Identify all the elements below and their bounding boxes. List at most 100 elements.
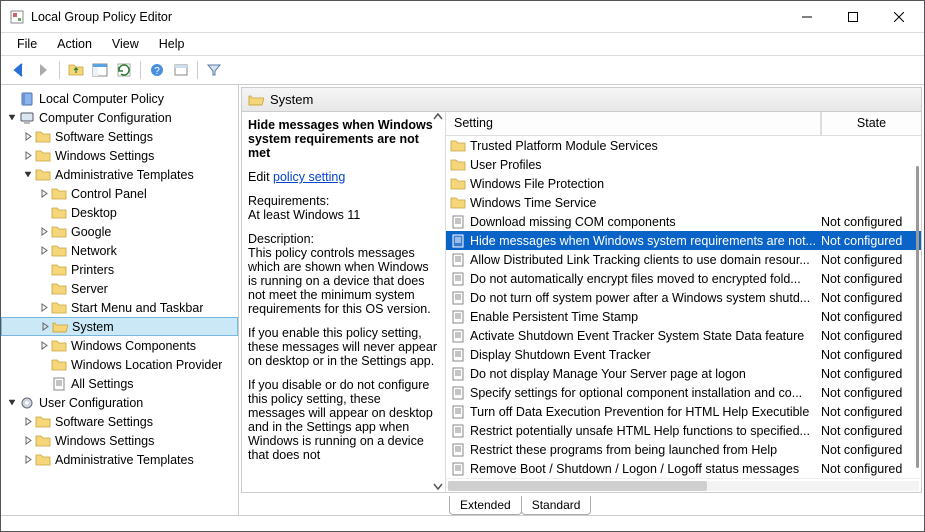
tree-google[interactable]: Google — [1, 222, 238, 241]
item-state: Not configured — [821, 253, 921, 267]
tree-google-label: Google — [71, 225, 111, 239]
vertical-scrollbar[interactable] — [916, 166, 919, 468]
list-item[interactable]: Download missing COM componentsNot confi… — [446, 212, 921, 231]
folder-icon — [450, 138, 466, 154]
tree-user-config[interactable]: User Configuration — [1, 393, 238, 412]
maximize-button[interactable] — [830, 2, 876, 32]
tree-windows-settings-cc[interactable]: Windows Settings — [1, 146, 238, 165]
edit-policy-link[interactable]: policy setting — [273, 170, 345, 184]
horizontal-scrollbar[interactable] — [446, 478, 921, 492]
item-state: Not configured — [821, 443, 921, 457]
tree-admin-templates-uc[interactable]: Administrative Templates — [1, 450, 238, 469]
folder-icon — [450, 195, 466, 211]
item-name: Windows Time Service — [470, 196, 821, 210]
tree-windows-components[interactable]: Windows Components — [1, 336, 238, 355]
policy-icon — [450, 328, 466, 344]
tree-software-settings-cc-label: Software Settings — [55, 130, 153, 144]
item-name: User Profiles — [470, 158, 821, 172]
show-tree-button[interactable] — [88, 59, 112, 81]
tree-computer-config-label: Computer Configuration — [39, 111, 172, 125]
tree-start-menu[interactable]: Start Menu and Taskbar — [1, 298, 238, 317]
list-item[interactable]: User Profiles — [446, 155, 921, 174]
item-name: Do not display Manage Your Server page a… — [470, 367, 821, 381]
list-item[interactable]: Activate Shutdown Event Tracker System S… — [446, 326, 921, 345]
list-item[interactable]: Windows Time Service — [446, 193, 921, 212]
item-state: Not configured — [821, 329, 921, 343]
policy-icon — [450, 347, 466, 363]
scroll-down-icon[interactable] — [433, 482, 443, 492]
list-item[interactable]: Do not turn off system power after a Win… — [446, 288, 921, 307]
tree-control-panel[interactable]: Control Panel — [1, 184, 238, 203]
item-name: Download missing COM components — [470, 215, 821, 229]
policy-icon — [450, 366, 466, 382]
list-item[interactable]: Allow Distributed Link Tracking clients … — [446, 250, 921, 269]
tree-all-settings[interactable]: All Settings — [1, 374, 238, 393]
tree-admin-templates-cc[interactable]: Administrative Templates — [1, 165, 238, 184]
menu-file[interactable]: File — [7, 35, 47, 53]
edit-prefix: Edit — [248, 170, 273, 184]
nav-tree[interactable]: Local Computer Policy Computer Configurat… — [1, 85, 239, 515]
list-item[interactable]: Hide messages when Windows system requir… — [446, 231, 921, 250]
minimize-button[interactable] — [784, 2, 830, 32]
tree-root-label: Local Computer Policy — [39, 92, 164, 106]
item-state: Not configured — [821, 234, 921, 248]
tree-root[interactable]: Local Computer Policy — [1, 89, 238, 108]
help-button[interactable] — [145, 59, 169, 81]
refresh-button[interactable] — [112, 59, 136, 81]
tree-software-settings-cc[interactable]: Software Settings — [1, 127, 238, 146]
tree-admin-templates-cc-label: Administrative Templates — [55, 168, 194, 182]
tree-printers-label: Printers — [71, 263, 114, 277]
app-window: Local Group Policy Editor File Action Vi… — [0, 0, 925, 532]
item-name: Allow Distributed Link Tracking clients … — [470, 253, 821, 267]
list-item[interactable]: Do not automatically encrypt files moved… — [446, 269, 921, 288]
folder-icon — [450, 176, 466, 192]
properties-button[interactable] — [169, 59, 193, 81]
list-item[interactable]: Enable Persistent Time StampNot configur… — [446, 307, 921, 326]
tab-extended[interactable]: Extended — [449, 496, 522, 515]
menu-help[interactable]: Help — [149, 35, 195, 53]
item-state: Not configured — [821, 291, 921, 305]
list-item[interactable]: Turn off Data Execution Prevention for H… — [446, 402, 921, 421]
list-item[interactable]: Specify settings for optional component … — [446, 383, 921, 402]
requirements-label: Requirements: — [248, 194, 329, 208]
window-title: Local Group Policy Editor — [31, 10, 784, 24]
back-button[interactable] — [7, 59, 31, 81]
tree-printers[interactable]: Printers — [1, 260, 238, 279]
list-item[interactable]: Restrict potentially unsafe HTML Help fu… — [446, 421, 921, 440]
item-state: Not configured — [821, 215, 921, 229]
column-state[interactable]: State — [821, 112, 921, 135]
menu-view[interactable]: View — [102, 35, 149, 53]
list-item[interactable]: Restrict these programs from being launc… — [446, 440, 921, 459]
tree-desktop[interactable]: Desktop — [1, 203, 238, 222]
scroll-up-icon[interactable] — [433, 112, 443, 122]
up-level-button[interactable] — [64, 59, 88, 81]
tree-windows-settings-uc[interactable]: Windows Settings — [1, 431, 238, 450]
column-setting[interactable]: Setting — [446, 112, 821, 135]
filter-button[interactable] — [202, 59, 226, 81]
item-state: Not configured — [821, 424, 921, 438]
list-item[interactable]: Do not display Manage Your Server page a… — [446, 364, 921, 383]
menu-bar: File Action View Help — [1, 33, 924, 55]
tree-system[interactable]: System — [1, 317, 238, 336]
forward-button[interactable] — [31, 59, 55, 81]
requirements-text: At least Windows 11 — [248, 208, 360, 222]
tree-network[interactable]: Network — [1, 241, 238, 260]
list-item[interactable]: Windows File Protection — [446, 174, 921, 193]
policy-icon — [450, 423, 466, 439]
menu-action[interactable]: Action — [47, 35, 102, 53]
item-name: Specify settings for optional component … — [470, 386, 821, 400]
list-item[interactable]: Trusted Platform Module Services — [446, 136, 921, 155]
item-name: Hide messages when Windows system requir… — [470, 234, 821, 248]
item-name: Activate Shutdown Event Tracker System S… — [470, 329, 821, 343]
tree-server[interactable]: Server — [1, 279, 238, 298]
tab-standard[interactable]: Standard — [521, 496, 592, 515]
tree-location-provider[interactable]: Windows Location Provider — [1, 355, 238, 374]
tree-software-settings-uc[interactable]: Software Settings — [1, 412, 238, 431]
tree-computer-config[interactable]: Computer Configuration — [1, 108, 238, 127]
list-item[interactable]: Display Shutdown Event TrackerNot config… — [446, 345, 921, 364]
item-name: Restrict potentially unsafe HTML Help fu… — [470, 424, 821, 438]
toolbar — [1, 55, 924, 85]
close-button[interactable] — [876, 2, 922, 32]
list-item[interactable]: Remove Boot / Shutdown / Logon / Logoff … — [446, 459, 921, 478]
settings-list[interactable]: Trusted Platform Module Services User Pro… — [446, 136, 921, 478]
